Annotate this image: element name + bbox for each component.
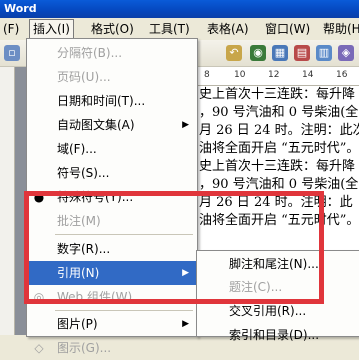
submenu-item-index-toc[interactable]: 索引和目录(D)...: [197, 323, 359, 347]
ruler-mark: 12: [268, 70, 280, 80]
hyperlink-icon[interactable]: ◉: [250, 45, 266, 61]
submenu-item-label: 脚注和尾注(N)...: [229, 257, 319, 271]
menu-item-label: 引用(N): [57, 266, 100, 280]
submenu-item-footnote[interactable]: 脚注和尾注(N)...: [197, 252, 359, 276]
submenu-arrow-icon: ▶: [182, 319, 189, 329]
ruler-mark: 16: [336, 70, 348, 80]
undo-icon[interactable]: ↶: [226, 45, 242, 61]
menu-tools[interactable]: 工具(T): [146, 20, 193, 38]
menu-item-picture[interactable]: 图片(P) ▶: [27, 312, 197, 336]
ruler-mark: 10: [234, 70, 246, 80]
menu-item-comment[interactable]: 批注(M): [27, 209, 197, 233]
title-bar: Word: [0, 0, 359, 18]
submenu-item-caption[interactable]: 题注(C)...: [197, 275, 359, 299]
menu-separator: [55, 310, 193, 311]
menu-item-label: 批注(M): [57, 214, 101, 228]
diagram-icon: ◇: [34, 341, 44, 355]
menu-separator: [55, 234, 193, 235]
menu-item-date-time[interactable]: 日期和时间(T)...: [27, 89, 197, 113]
menu-item-label: 图片(P): [57, 317, 98, 331]
doc-line: 史上首次十三连跌：每升降: [199, 159, 356, 174]
doc-line: 油将全面开启 “五元时代”。(: [199, 213, 359, 228]
reference-submenu: 脚注和尾注(N)... 题注(C)... 交叉引用(R)... 索引和目录(D)…: [196, 250, 359, 342]
menu-item-label: 符号(S)...: [57, 166, 110, 180]
menu-format[interactable]: 格式(O): [88, 20, 137, 38]
menu-item-break[interactable]: 分隔符(B)...: [27, 41, 197, 65]
submenu-item-label: 交叉引用(R)...: [229, 304, 307, 318]
menu-item-label: 分隔符(B)...: [57, 46, 123, 60]
menu-item-label: 特殊符号(Y)...: [57, 190, 134, 204]
menu-item-label: 域(F)...: [57, 142, 97, 156]
tables-borders-icon[interactable]: ▦: [272, 45, 288, 61]
doc-line: 月 26 日 24 时。注明：此: [199, 195, 353, 210]
menu-item-number[interactable]: 数字(R)...: [27, 237, 197, 261]
vertical-ruler: [0, 67, 15, 335]
menu-item-symbol[interactable]: 符号(S)...: [27, 161, 197, 185]
doc-line: ，90 号汽油和 0 号柴油(全国: [199, 177, 359, 192]
menu-file[interactable]: (F): [0, 20, 22, 38]
doc-line: 月 26 日 24 时。注明：此次: [199, 123, 359, 138]
columns-icon[interactable]: ▥: [316, 45, 332, 61]
doc-line: ，90 号汽油和 0 号柴油(全国: [199, 105, 359, 120]
menu-item-reference[interactable]: 引用(N) ▶: [27, 261, 197, 285]
menu-table[interactable]: 表格(A): [204, 20, 252, 38]
menu-item-special-symbol[interactable]: ● 特殊符号(Y)...: [27, 185, 197, 209]
menu-item-label: 日期和时间(T)...: [57, 94, 146, 108]
doc-line: 史上首次十三连跌：每升降: [199, 87, 356, 102]
menu-item-label: 图示(G)...: [57, 341, 112, 355]
menu-item-label: 自动图文集(A): [57, 118, 135, 132]
insert-menu: 分隔符(B)... 页码(U)... 日期和时间(T)... 自动图文集(A) …: [26, 38, 198, 355]
submenu-item-cross-reference[interactable]: 交叉引用(R)...: [197, 299, 359, 323]
menu-item-web-component[interactable]: ◎ Web 组件(W)...: [27, 285, 197, 309]
menu-item-label: 数字(R)...: [57, 242, 111, 256]
menu-item-diagram[interactable]: ◇ 图示(G)...: [27, 336, 197, 360]
menu-item-label: 页码(U)...: [57, 70, 111, 84]
insert-table-icon[interactable]: ▤: [294, 45, 310, 61]
ruler-mark: 8: [204, 70, 210, 80]
submenu-arrow-icon: ▶: [182, 268, 189, 278]
submenu-item-label: 题注(C)...: [229, 280, 283, 294]
menu-insert[interactable]: 插入(I): [29, 19, 74, 39]
submenu-arrow-icon: ▶: [182, 120, 189, 130]
horizontal-ruler: 8 10 12 14 16: [196, 67, 359, 86]
menu-window[interactable]: 窗口(W): [262, 20, 313, 38]
drawing-icon[interactable]: ◈: [338, 45, 354, 61]
ruler-mark: 14: [302, 70, 314, 80]
submenu-item-label: 索引和目录(D)...: [229, 328, 320, 342]
web-component-icon: ◎: [33, 290, 45, 304]
menu-help[interactable]: 帮助(H): [320, 20, 359, 38]
menu-item-autotext[interactable]: 自动图文集(A) ▶: [27, 113, 197, 137]
menu-item-label: Web 组件(W)...: [57, 290, 144, 304]
menu-item-field[interactable]: 域(F)...: [27, 137, 197, 161]
window-title: Word: [4, 2, 37, 15]
doc-line: 油将全面开启 “五元时代”。(: [199, 141, 359, 156]
new-document-icon[interactable]: ▫: [4, 45, 20, 61]
bullet-icon: ●: [33, 190, 45, 204]
menu-item-page-numbers[interactable]: 页码(U)...: [27, 65, 197, 89]
